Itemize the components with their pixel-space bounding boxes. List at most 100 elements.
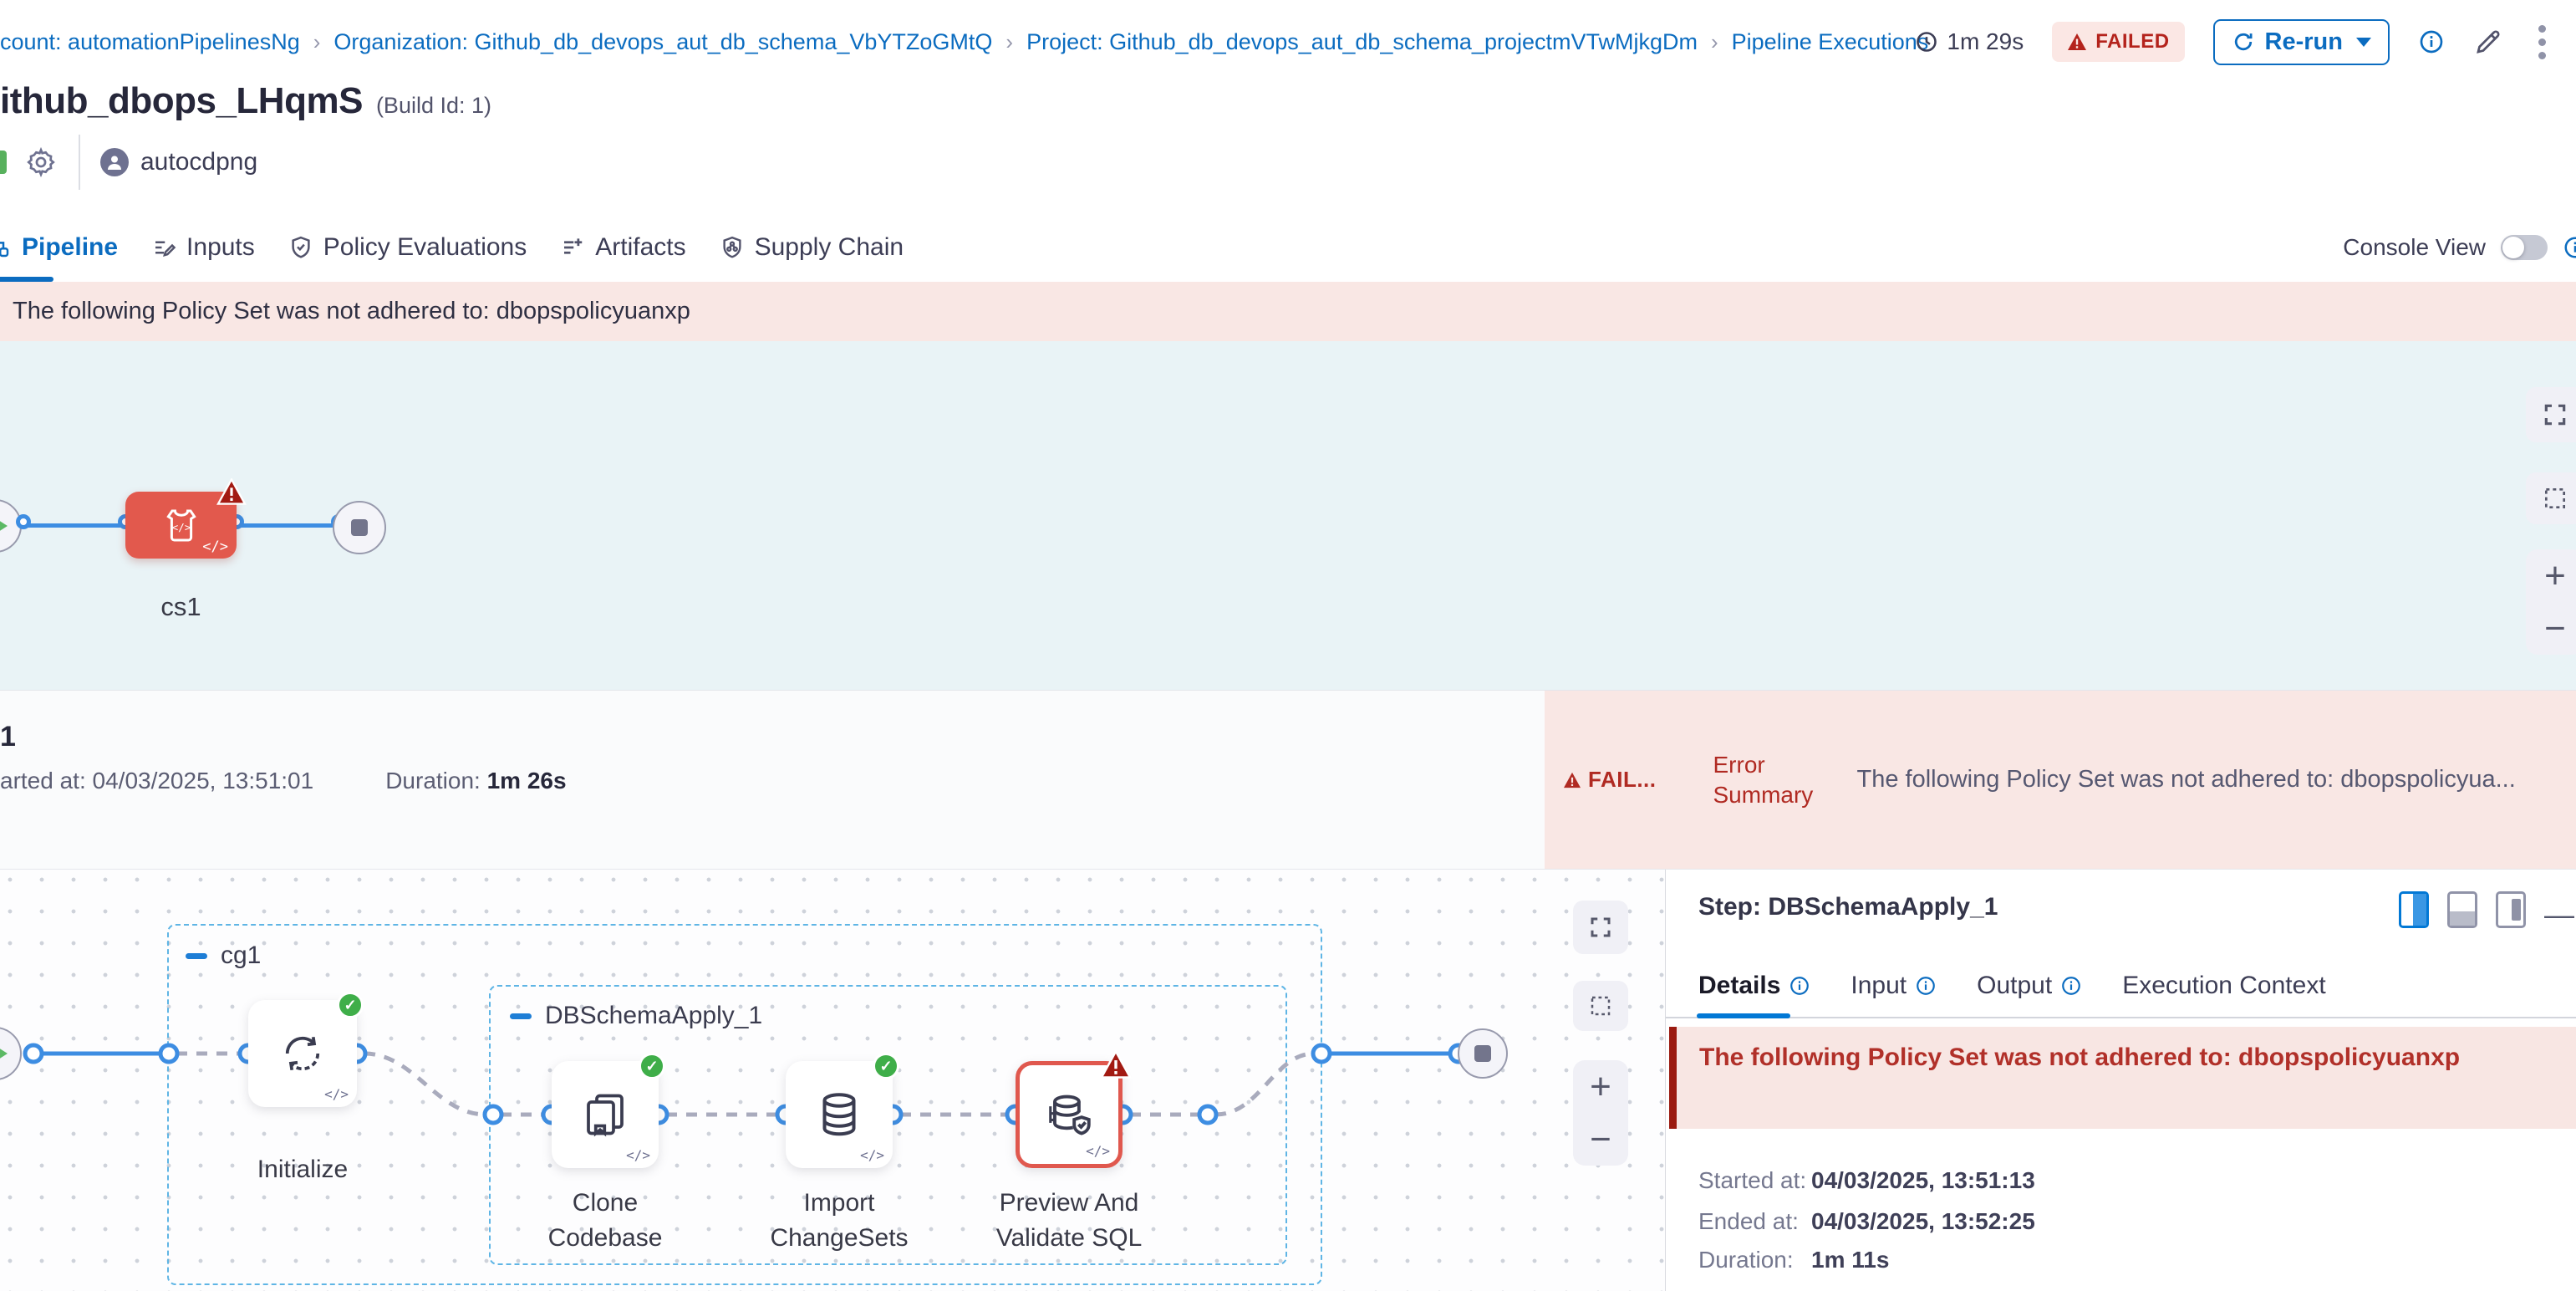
edit-pencil-icon[interactable]	[2473, 27, 2503, 57]
page-title: ithub_dbops_LHqmS	[0, 80, 363, 122]
breadcrumb-separator: ›	[1711, 29, 1718, 55]
select-region-button[interactable]	[1573, 981, 1628, 1031]
policy-warning-banner: The following Policy Set was not adhered…	[0, 282, 2576, 341]
breadcrumb-account[interactable]: count: automationPipelinesNg	[0, 29, 300, 55]
panel-layout-switcher	[2399, 891, 2526, 928]
info-icon	[1789, 975, 1810, 997]
build-id: (Build Id: 1)	[376, 93, 491, 119]
active-tab-indicator	[1697, 1013, 1790, 1018]
pipeline-icon	[0, 235, 12, 260]
duration-label: Duration:	[385, 768, 481, 794]
selection-box-icon	[1588, 993, 1613, 1018]
warning-icon	[1563, 772, 1581, 788]
play-icon	[0, 1042, 8, 1065]
tab-input[interactable]: Input	[1851, 972, 1937, 1000]
step-node-clone-codebase[interactable]: </> ✓	[552, 1061, 659, 1168]
policy-warning-message: The following Policy Set was not adhered…	[13, 298, 690, 325]
tab-inputs-label: Inputs	[186, 233, 255, 262]
step-label-preview-validate-sql: Preview And Validate SQL	[969, 1186, 1169, 1256]
zoom-in-button[interactable]: +	[1590, 1069, 1611, 1105]
tab-pipeline[interactable]: Pipeline	[0, 233, 118, 262]
stop-icon	[351, 519, 368, 536]
tab-artifacts-label: Artifacts	[595, 233, 685, 262]
refresh-icon	[2232, 30, 2255, 54]
tab-artifacts[interactable]: Artifacts	[560, 233, 685, 262]
layout-panel-button[interactable]	[2496, 891, 2526, 928]
fullscreen-button[interactable]	[1573, 901, 1628, 954]
breadcrumb: count: automationPipelinesNg › Organizat…	[0, 0, 1928, 84]
tab-policy-evaluations[interactable]: Policy Evaluations	[288, 233, 527, 262]
pipeline-execution-page: count: automationPipelinesNg › Organizat…	[0, 0, 2576, 1291]
started-at-value: 04/03/2025, 13:51:13	[1811, 1167, 2035, 1194]
layout-bottom-button[interactable]	[2447, 891, 2477, 928]
detail-row-duration: Duration: 1m 11s	[1698, 1247, 1794, 1273]
info-icon	[2060, 975, 2082, 997]
gear-icon[interactable]	[25, 146, 57, 178]
console-view-label: Console View	[2343, 234, 2486, 261]
tab-supply-chain[interactable]: Supply Chain	[720, 233, 904, 262]
fail-status-chip: FAIL...	[1563, 767, 1657, 793]
error-summary-panel: FAIL... Error Summary The following Poli…	[1545, 691, 2576, 869]
initialize-sync-icon	[277, 1028, 328, 1079]
zoom-out-button[interactable]: −	[2544, 610, 2566, 647]
zoom-out-button[interactable]: −	[1590, 1121, 1611, 1158]
warning-icon	[2067, 33, 2087, 51]
more-options-menu[interactable]	[2532, 22, 2553, 63]
supply-chain-shield-icon	[720, 235, 745, 260]
tab-details[interactable]: Details	[1698, 972, 1810, 1000]
layout-split-right-button[interactable]	[2399, 891, 2429, 928]
code-glyph: </>	[626, 1147, 650, 1163]
breadcrumb-pipeline-executions[interactable]: Pipeline Executions	[1732, 29, 1929, 55]
tab-execution-context[interactable]: Execution Context	[2122, 972, 2325, 1000]
error-summary-label: Error Summary	[1713, 750, 1822, 810]
tabs-row: Pipeline Inputs Policy Evaluations	[0, 213, 2576, 282]
zoom-in-button[interactable]: +	[2544, 558, 2566, 594]
breadcrumb-separator: ›	[313, 29, 321, 55]
fullscreen-button[interactable]	[2526, 387, 2576, 442]
success-badge-icon: ✓	[337, 992, 364, 1018]
breadcrumb-organization[interactable]: Organization: Github_db_devops_aut_db_sc…	[333, 29, 992, 55]
select-region-button[interactable]	[2526, 472, 2576, 524]
step-label-clone-codebase: Clone Codebase	[522, 1186, 689, 1256]
tab-output-label: Output	[1977, 972, 2052, 1000]
error-summary-message: The following Policy Set was not adhered…	[1857, 766, 2572, 793]
code-glyph: </>	[202, 538, 228, 555]
step-label-initialize: Initialize	[219, 1152, 386, 1187]
duration-label: Duration:	[1698, 1247, 1794, 1273]
tab-output[interactable]: Output	[1977, 972, 2082, 1000]
tab-policy-evaluations-label: Policy Evaluations	[323, 233, 527, 262]
run-step-icon: </>	[161, 505, 201, 545]
zoom-controls: + −	[2526, 549, 2576, 655]
detail-row-ended: Ended at: 04/03/2025, 13:52:25	[1698, 1208, 1799, 1235]
started-at-label: Started at:	[1698, 1167, 1806, 1193]
panel-tabs: Details Input Output	[1698, 972, 2326, 1000]
step-node-preview-validate-sql[interactable]: </>	[1016, 1061, 1123, 1168]
rerun-button[interactable]: Re-run	[2213, 19, 2390, 65]
failed-badge-icon	[216, 478, 247, 505]
success-badge-icon: ✓	[873, 1053, 899, 1079]
info-icon[interactable]	[2418, 28, 2445, 55]
step-node-initialize[interactable]: </> ✓	[248, 1000, 357, 1107]
step-node-import-changesets[interactable]: </> ✓	[786, 1061, 893, 1168]
artifacts-icon	[560, 235, 585, 260]
tab-details-label: Details	[1698, 972, 1780, 1000]
tab-pipeline-label: Pipeline	[22, 233, 118, 262]
duration-value: 1m 11s	[1811, 1247, 1889, 1273]
pipeline-graph-canvas: </> </> cs1 + −	[0, 341, 2576, 690]
detail-row-started: Started at: 04/03/2025, 13:51:13	[1698, 1167, 1806, 1194]
minimize-panel-button[interactable]: —	[2544, 900, 2569, 930]
svg-text:</>: </>	[171, 522, 191, 534]
shield-check-icon	[288, 235, 313, 260]
tab-inputs[interactable]: Inputs	[151, 233, 255, 262]
top-toolbar: count: automationPipelinesNg › Organizat…	[0, 0, 2576, 84]
ended-at-label: Ended at:	[1698, 1208, 1799, 1234]
step-error-message: The following Policy Set was not adhered…	[1699, 1044, 2460, 1072]
stage-name: 1	[0, 721, 16, 753]
clock-icon	[1915, 30, 1938, 54]
info-icon[interactable]	[2563, 235, 2576, 260]
tab-execution-context-label: Execution Context	[2122, 972, 2325, 1000]
stage-node-cs1[interactable]: </> </>	[125, 492, 237, 559]
console-view-toggle[interactable]	[2501, 235, 2548, 260]
breadcrumb-project[interactable]: Project: Github_db_devops_aut_db_schema_…	[1026, 29, 1698, 55]
elapsed-time-value: 1m 29s	[1947, 28, 2024, 55]
